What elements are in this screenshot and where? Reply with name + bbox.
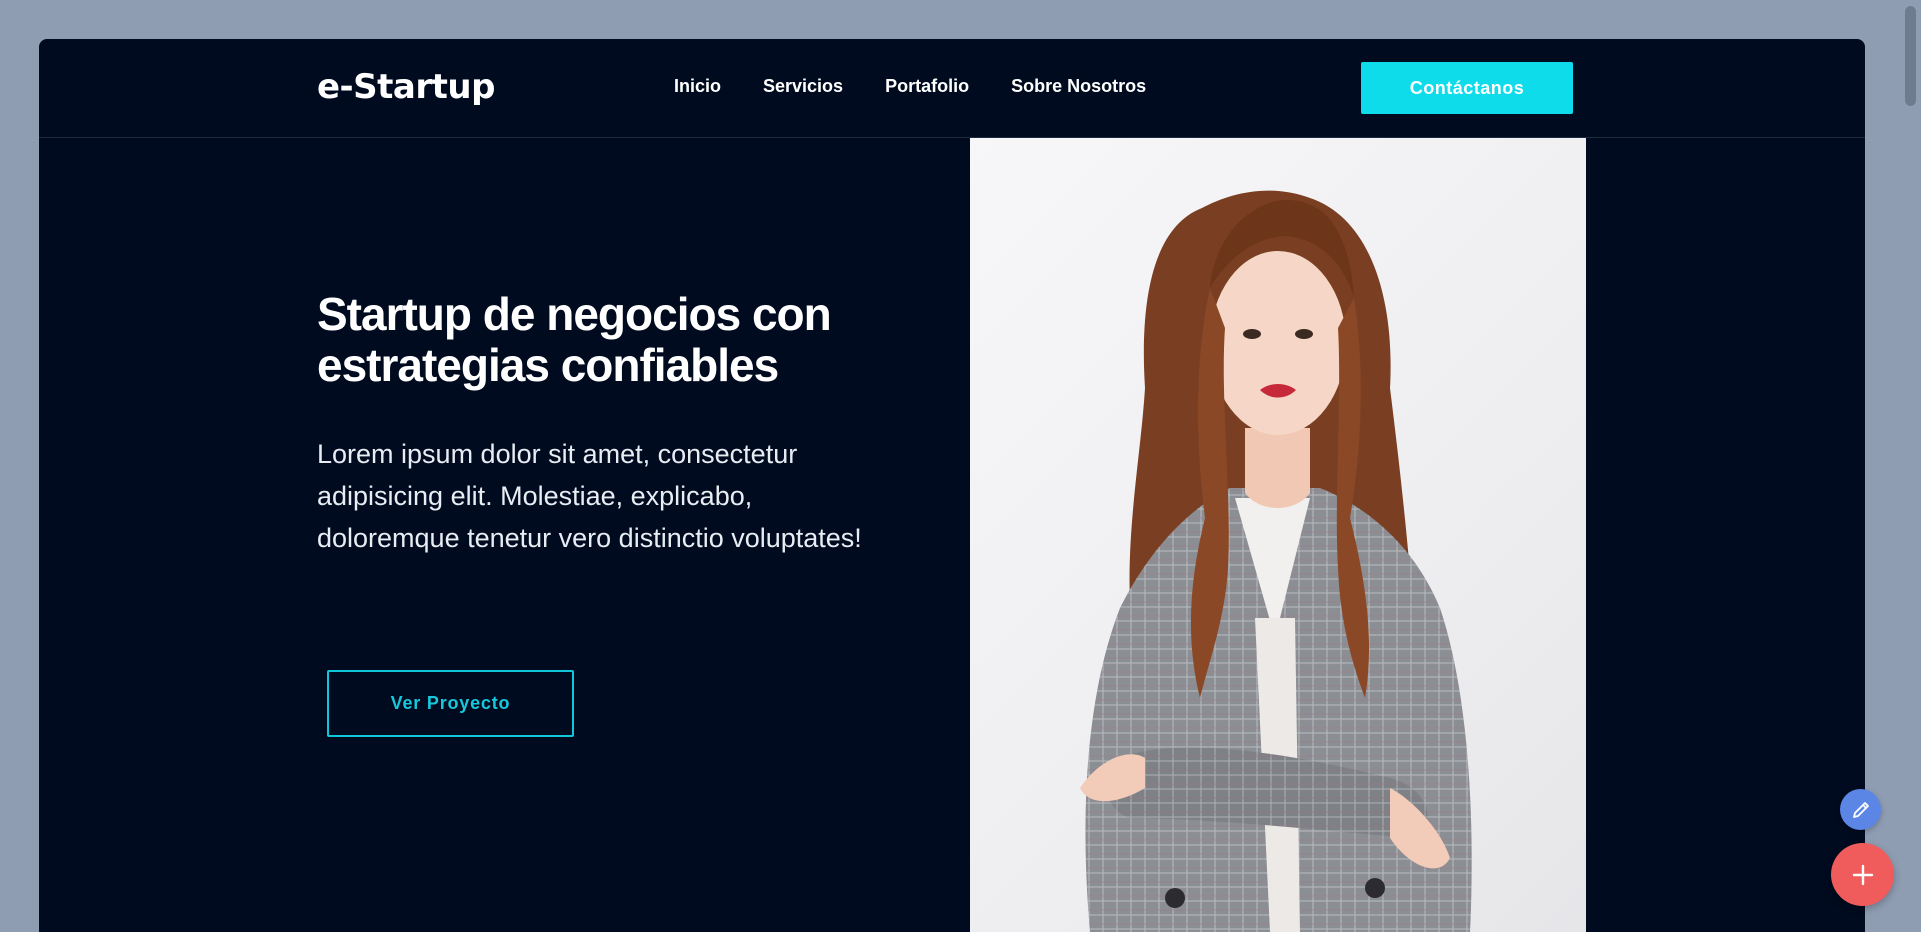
contact-button[interactable]: Contáctanos (1361, 62, 1573, 114)
site-frame: e-Startup Inicio Servicios Portafolio So… (39, 39, 1865, 932)
pencil-icon (1852, 801, 1869, 818)
main-nav: Inicio Servicios Portafolio Sobre Nosotr… (674, 75, 1188, 97)
view-project-button[interactable]: Ver Proyecto (327, 670, 574, 737)
hero-title: Startup de negocios con estrategias conf… (317, 288, 832, 391)
plus-icon (1852, 864, 1873, 885)
logo[interactable]: e-Startup (317, 67, 495, 107)
navbar: e-Startup Inicio Servicios Portafolio So… (39, 39, 1865, 138)
nav-link-sobre-nosotros[interactable]: Sobre Nosotros (1011, 75, 1146, 97)
scrollbar-thumb[interactable] (1905, 6, 1916, 106)
scrollbar-track[interactable] (1900, 0, 1921, 932)
nav-link-servicios[interactable]: Servicios (763, 75, 843, 97)
add-fab-button[interactable] (1831, 843, 1894, 906)
hero-photo (970, 138, 1586, 932)
nav-link-inicio[interactable]: Inicio (674, 75, 721, 97)
woman-portrait-illustration (1080, 190, 1472, 932)
edit-fab-button[interactable] (1840, 789, 1881, 830)
nav-link-portafolio[interactable]: Portafolio (885, 75, 969, 97)
hero-description: Lorem ipsum dolor sit amet, consectetur … (317, 439, 862, 553)
